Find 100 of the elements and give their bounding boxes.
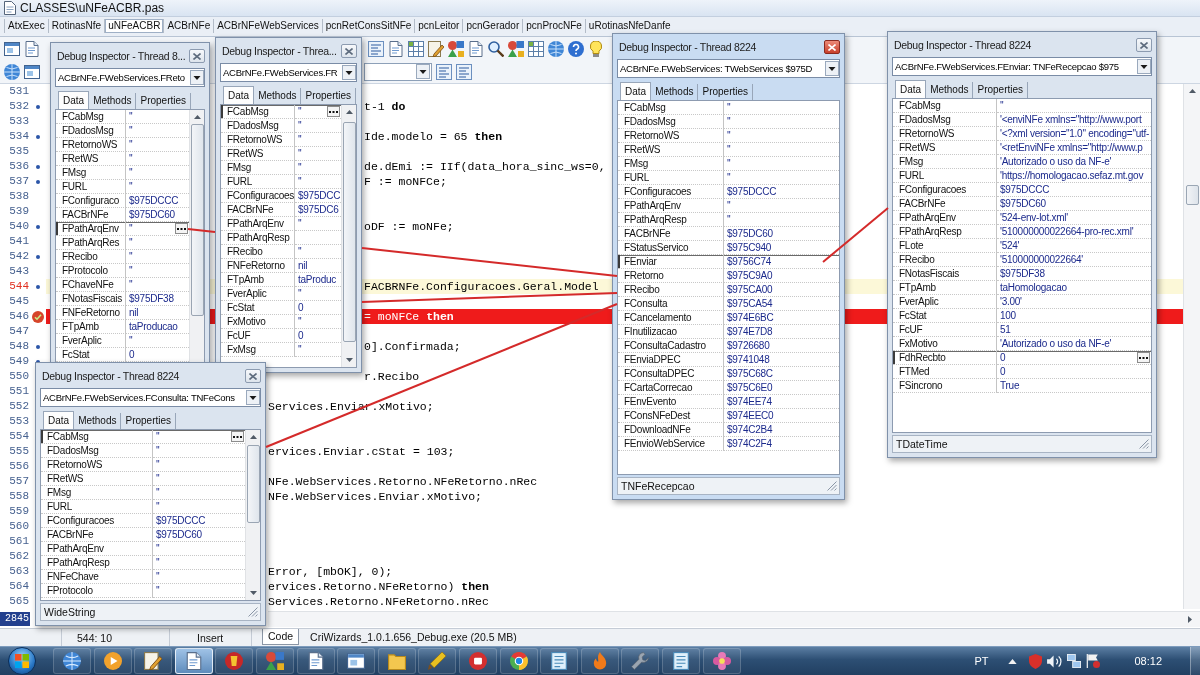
property-name[interactable]: FDadosMsg (56, 124, 126, 138)
taskbar-button[interactable] (621, 648, 660, 674)
property-name[interactable]: FTpAmb (221, 273, 295, 287)
property-name[interactable]: FURL (221, 175, 295, 189)
property-name[interactable]: FDadosMsg (41, 444, 153, 458)
property-name[interactable]: FMsg (893, 155, 997, 169)
taskbar-button[interactable] (215, 648, 254, 674)
property-name[interactable]: FCabMsg (618, 101, 724, 115)
breakpoint-icon[interactable] (32, 310, 44, 323)
property-name[interactable]: FRetWS (893, 141, 997, 155)
property-name[interactable]: FCabMsg (41, 430, 153, 444)
property-name[interactable]: FEnvEvento (618, 395, 724, 409)
inspector-tab[interactable]: Data (58, 91, 90, 109)
inspector-tab[interactable]: Data (223, 86, 255, 104)
property-name[interactable]: FverAplic (221, 287, 295, 301)
property-name[interactable]: FcUF (221, 329, 295, 343)
property-name[interactable]: FcStat (221, 301, 295, 315)
property-name[interactable]: FConfiguraco (56, 194, 126, 208)
property-name[interactable]: FConfiguracoes (893, 183, 997, 197)
file-tab[interactable]: uNFeACBR (104, 19, 164, 33)
property-name[interactable]: FRecibo (618, 283, 724, 297)
property-name[interactable]: FxMotivo (893, 337, 997, 351)
property-name[interactable]: FURL (893, 169, 997, 183)
property-name[interactable]: FConfiguracoes (41, 514, 153, 528)
property-name[interactable]: FTpAmb (56, 320, 126, 334)
taskbar-button[interactable] (418, 648, 457, 674)
property-name[interactable]: FPathArqEnv (56, 222, 126, 236)
property-name[interactable]: FverAplic (893, 295, 997, 309)
property-name[interactable]: FverAplic (56, 334, 126, 348)
speaker-icon[interactable] (1047, 654, 1063, 668)
taskbar-button[interactable] (337, 648, 376, 674)
property-name[interactable]: FEnvioWebService (618, 437, 724, 451)
file-tab[interactable]: pcnLeitor (414, 19, 463, 33)
property-name[interactable]: FPathArqRes (56, 236, 126, 250)
taskbar-button[interactable] (661, 648, 700, 674)
property-name[interactable]: FURL (56, 180, 126, 194)
globe-icon[interactable] (4, 63, 20, 80)
property-name[interactable]: FxMotivo (221, 315, 295, 329)
combo-field[interactable] (364, 62, 432, 81)
property-name[interactable]: FConfiguracoes (618, 185, 724, 199)
property-name[interactable]: FStatusServico (618, 241, 724, 255)
close-button[interactable] (245, 369, 261, 383)
property-name[interactable]: FConsulta (618, 297, 724, 311)
property-name[interactable]: FACBrNFe (893, 197, 997, 211)
property-name[interactable]: FdhRecbto (893, 351, 997, 365)
property-name[interactable]: FConsultaCadastro (618, 339, 724, 353)
taskbar-button[interactable] (540, 648, 579, 674)
ellipsis-button[interactable] (327, 106, 340, 117)
taskbar-button[interactable] (377, 648, 416, 674)
property-name[interactable]: FNFeRetorno (221, 259, 295, 273)
scrollbar-thumb[interactable] (342, 122, 356, 342)
property-name[interactable]: FLote (893, 239, 997, 253)
property-name[interactable]: FRetWS (618, 143, 724, 157)
lines-icon[interactable] (456, 63, 472, 80)
language-indicator[interactable]: PT (974, 654, 989, 668)
scrollbar[interactable] (341, 105, 356, 367)
property-name[interactable]: FMsg (221, 161, 295, 175)
property-name[interactable]: FACBrNFe (56, 208, 126, 222)
property-name[interactable]: FProtocolo (56, 264, 126, 278)
close-button[interactable] (341, 44, 357, 58)
resize-grip-icon[interactable] (248, 607, 258, 617)
property-name[interactable]: FSincrono (893, 379, 997, 393)
object-dropdown[interactable]: ACBrNFe.FWebServices.FEnviar: TNFeRecepcao $975 (892, 57, 1152, 76)
property-name[interactable]: FEnviaDPEC (618, 353, 724, 367)
document-icon[interactable] (388, 40, 404, 57)
property-name[interactable]: FPathArqResp (41, 556, 153, 570)
object-dropdown[interactable]: ACBrNFe.FWebServices.FConsulta: TNFeCons (40, 388, 261, 407)
ellipsis-button[interactable] (175, 223, 188, 234)
scrollbar-thumb[interactable] (190, 124, 204, 316)
bulb-icon[interactable] (588, 40, 604, 57)
property-name[interactable]: FRetornoWS (56, 138, 126, 152)
globe-icon[interactable] (548, 40, 564, 57)
property-name[interactable]: FMsg (56, 166, 126, 180)
taskbar-button[interactable] (255, 648, 294, 674)
property-name[interactable]: FDadosMsg (893, 113, 997, 127)
property-name[interactable]: FRetWS (221, 147, 295, 161)
up-arrow-icon[interactable] (193, 115, 201, 119)
taskbar-button[interactable] (134, 648, 173, 674)
property-name[interactable]: FConfiguracoes (221, 189, 295, 203)
property-name[interactable]: FCancelamento (618, 311, 724, 325)
down-arrow-icon[interactable] (345, 358, 353, 362)
property-name[interactable]: FCartaCorrecao (618, 381, 724, 395)
property-name[interactable]: FCabMsg (221, 105, 295, 119)
network-icon[interactable] (1067, 654, 1082, 668)
property-name[interactable]: FRecibo (893, 253, 997, 267)
property-name[interactable]: FRetornoWS (221, 133, 295, 147)
shapes-icon[interactable] (508, 40, 524, 57)
property-name[interactable]: FPathArqResp (221, 231, 295, 245)
property-name[interactable]: FRetorno (618, 269, 724, 283)
property-name[interactable]: FRecibo (221, 245, 295, 259)
property-name[interactable]: FPathArqEnv (618, 199, 724, 213)
taskbar-button[interactable] (458, 648, 497, 674)
taskbar-button[interactable] (93, 648, 132, 674)
document-icon[interactable] (468, 40, 484, 57)
down-arrow-icon[interactable] (249, 591, 257, 595)
object-dropdown[interactable]: ACBrNFe.FWebServices.FReto (55, 68, 205, 87)
lines-icon[interactable] (436, 63, 452, 80)
property-name[interactable]: FNFeRetorno (56, 306, 126, 320)
document-icon[interactable] (24, 40, 40, 57)
taskbar-button[interactable] (702, 648, 741, 674)
